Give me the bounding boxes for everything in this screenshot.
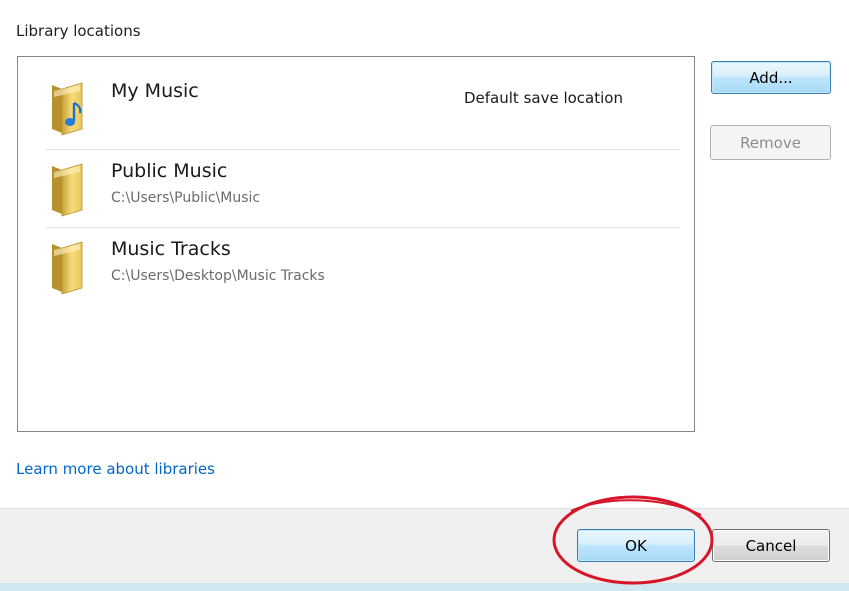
location-path: C:\Users\Desktop\Music Tracks: [111, 268, 325, 284]
location-name: My Music: [111, 80, 199, 102]
ok-button[interactable]: OK: [577, 529, 695, 562]
music-folder-icon: [52, 82, 83, 136]
location-path: C:\Users\Public\Music: [111, 190, 261, 206]
bottom-strip: [0, 583, 849, 591]
add-button[interactable]: Add...: [711, 61, 831, 94]
default-save-location-label: Default save location: [464, 89, 623, 107]
folder-icon: [52, 163, 83, 217]
learn-more-link[interactable]: Learn more about libraries: [16, 460, 215, 478]
location-name: Music Tracks: [111, 238, 231, 260]
location-name: Public Music: [111, 160, 228, 182]
library-locations-label: Library locations: [16, 22, 141, 40]
remove-button[interactable]: Remove: [710, 125, 831, 160]
cancel-button[interactable]: Cancel: [712, 529, 830, 562]
library-locations-list[interactable]: My Music Default save location Public Mu…: [17, 56, 695, 432]
list-item-public-music[interactable]: Public Music C:\Users\Public\Music: [46, 149, 680, 227]
list-item-my-music[interactable]: My Music Default save location: [46, 75, 680, 149]
folder-icon: [52, 241, 83, 295]
list-item-music-tracks[interactable]: Music Tracks C:\Users\Desktop\Music Trac…: [46, 227, 680, 305]
